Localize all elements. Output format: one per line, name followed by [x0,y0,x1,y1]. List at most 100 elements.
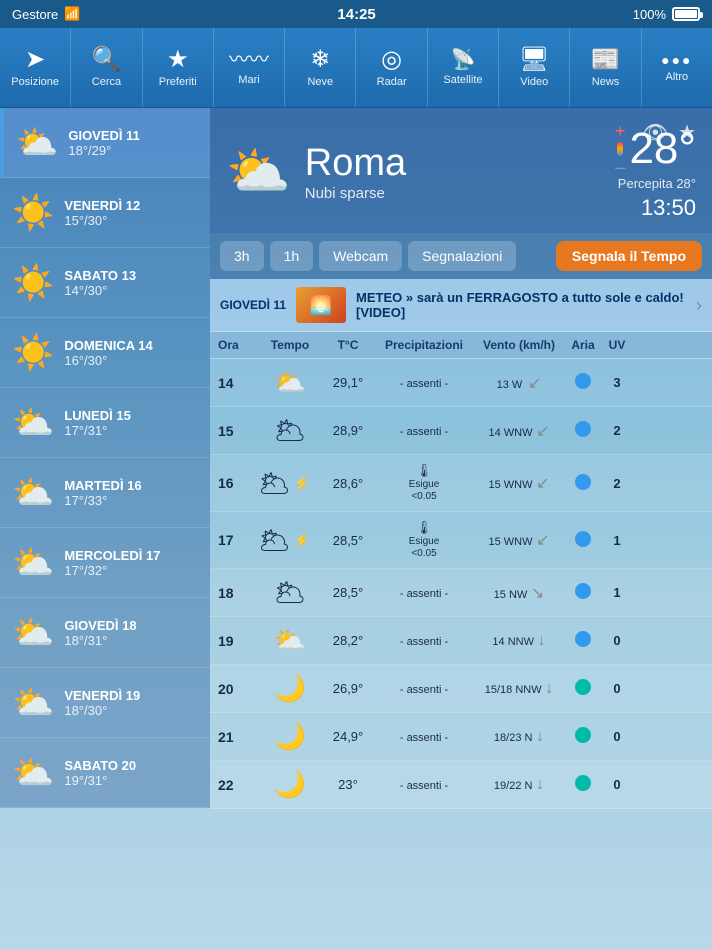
cell-aria-14 [564,373,602,392]
cell-vento-15: 14 WNW ↙ [474,421,564,441]
cell-uv-19: 0 [602,633,632,648]
cell-precip-15: - assenti - [374,423,474,438]
status-bar: Gestore 📶 14:25 100% [0,0,712,28]
city-time: 13:50 [641,195,696,221]
eye-icon[interactable]: 👁 [643,120,668,145]
news-banner[interactable]: GIOVEDÌ 11 🌅 METEO » sarà un FERRAGOSTO … [210,279,712,332]
city-header: ⛅ Roma Nubi sparse + – 28° Percepita 28°… [210,108,712,233]
navigation-bar: ➤ Posizione 🔍 Cerca ★ Preferiti 〰〰 Mari … [0,28,712,108]
main-content: ⛅ GIOVEDÌ 11 18°/29° ☀️ VENERDÌ 12 15°/3… [0,108,712,950]
nav-item-video[interactable]: 🖥 Video [499,28,570,107]
cell-icon-20: 🌙 [258,673,322,704]
tab-segnalazioni[interactable]: Segnalazioni [408,241,516,271]
day-item-sab20[interactable]: ⛅ SABATO 20 19°/31° [0,738,210,808]
news-icon: 📰 [591,48,621,72]
day-icon-ven12: ☀️ [12,193,54,233]
carrier-label: Gestore [12,7,58,22]
header-tempo: Tempo [258,338,322,352]
cell-temp-16: 28,6° [322,476,374,491]
nav-label-posizione: Posizione [11,76,59,88]
day-name-mar16: MARTEDÌ 16 [64,478,141,493]
tab-webcam[interactable]: Webcam [319,241,402,271]
header-precipitazioni: Precipitazioni [374,338,474,352]
tab-3h[interactable]: 3h [220,241,264,271]
right-content: ⛅ Roma Nubi sparse + – 28° Percepita 28°… [210,108,712,950]
nav-item-posizione[interactable]: ➤ Posizione [0,28,71,107]
nav-label-news: News [592,76,620,88]
day-item-gio11[interactable]: ⛅ GIOVEDÌ 11 18°/29° [0,108,210,178]
cell-precip-19: - assenti - [374,633,474,648]
day-name-dom14: DOMENICA 14 [64,338,152,353]
news-headline: METEO » sarà un FERRAGOSTO a tutto sole … [356,290,686,320]
nav-item-satellite[interactable]: 📡 Satellite [428,28,499,107]
day-name-gio11: GIOVEDÌ 11 [68,128,140,143]
day-temp-dom14: 16°/30° [64,353,152,368]
video-icon: 🖥 [519,48,549,72]
nav-item-news[interactable]: 📰 News [570,28,641,107]
day-item-mar16[interactable]: ⛅ MARTEDÌ 16 17°/33° [0,458,210,528]
cell-temp-21: 24,9° [322,729,374,744]
day-icon-lun15: ⛅ [12,403,54,443]
day-item-gio18[interactable]: ⛅ GIOVEDÌ 18 18°/31° [0,598,210,668]
cell-precip-22: - assenti - [374,777,474,792]
star-icon: ★ [167,48,189,72]
weather-row-14: 14 ⛅ 29,1° - assenti - 13 W ↙ 3 [210,359,712,407]
cell-ora-21: 21 [218,729,258,745]
cell-aria-20 [564,679,602,698]
day-temp-mer17: 17°/32° [64,563,160,578]
nav-label-altro: Altro [666,71,689,83]
nav-item-altro[interactable]: ●●● Altro [642,28,712,107]
day-name-gio18: GIOVEDÌ 18 [64,618,136,633]
cell-aria-15 [564,421,602,440]
nav-item-radar[interactable]: ◎ Radar [356,28,427,107]
city-name: Roma [305,142,601,185]
day-item-mer17[interactable]: ⛅ MERCOLEDÌ 17 17°/32° [0,528,210,598]
weather-row-21: 21 🌙 24,9° - assenti - 18/23 N ↓ 0 [210,713,712,761]
day-item-ven12[interactable]: ☀️ VENERDÌ 12 15°/30° [0,178,210,248]
weather-row-16: 16 🌥⚡ 28,6° 🌡 Esigue <0.05 15 WNW ↙ 2 [210,455,712,512]
day-icon-gio18: ⛅ [12,613,54,653]
cell-ora-22: 22 [218,777,258,793]
day-icon-mar16: ⛅ [12,473,54,513]
nav-item-cerca[interactable]: 🔍 Cerca [71,28,142,107]
battery-label: 100% [633,7,666,22]
tabs-bar: 3h 1h Webcam Segnalazioni Segnala il Tem… [210,233,712,279]
nav-item-preferiti[interactable]: ★ Preferiti [143,28,214,107]
waves-icon: 〰〰 [229,50,269,70]
tab-segnala-tempo[interactable]: Segnala il Tempo [556,241,702,271]
day-temp-ven12: 15°/30° [64,213,140,228]
favorite-star-icon[interactable]: ★ [678,120,696,145]
cell-icon-14: ⛅ [258,367,322,398]
cell-vento-19: 14 NNW ↓ [474,632,564,650]
nav-label-cerca: Cerca [92,76,121,88]
weather-row-19: 19 ⛅ 28,2° - assenti - 14 NNW ↓ 0 [210,617,712,665]
day-temp-lun15: 17°/31° [64,423,130,438]
cell-icon-22: 🌙 [258,769,322,800]
day-item-lun15[interactable]: ⛅ LUNEDÌ 15 17°/31° [0,388,210,458]
cell-ora-16: 16 [218,475,258,491]
cell-icon-19: ⛅ [258,625,322,656]
cell-temp-19: 28,2° [322,633,374,648]
cell-uv-15: 2 [602,423,632,438]
cell-aria-19 [564,631,602,650]
cell-vento-17: 15 WNW ↙ [474,530,564,550]
cell-icon-18: 🌥 [258,577,322,608]
cell-precip-21: - assenti - [374,729,474,744]
tab-1h[interactable]: 1h [270,241,314,271]
day-item-sab13[interactable]: ☀️ SABATO 13 14°/30° [0,248,210,318]
nav-item-mari[interactable]: 〰〰 Mari [214,28,285,107]
cell-ora-18: 18 [218,585,258,601]
day-temp-gio18: 18°/31° [64,633,136,648]
day-item-ven19[interactable]: ⛅ VENERDÌ 19 18°/30° [0,668,210,738]
nav-item-neve[interactable]: ❄ Neve [285,28,356,107]
cell-temp-20: 26,9° [322,681,374,696]
day-item-dom14[interactable]: ☀️ DOMENICA 14 16°/30° [0,318,210,388]
day-temp-sab13: 14°/30° [64,283,136,298]
cell-uv-16: 2 [602,476,632,491]
day-icon-sab20: ⛅ [12,753,54,793]
weather-row-15: 15 🌥 28,9° - assenti - 14 WNW ↙ 2 [210,407,712,455]
day-icon-dom14: ☀️ [12,333,54,373]
day-temp-sab20: 19°/31° [64,773,136,788]
day-name-ven19: VENERDÌ 19 [64,688,140,703]
satellite-icon: 📡 [450,50,475,70]
